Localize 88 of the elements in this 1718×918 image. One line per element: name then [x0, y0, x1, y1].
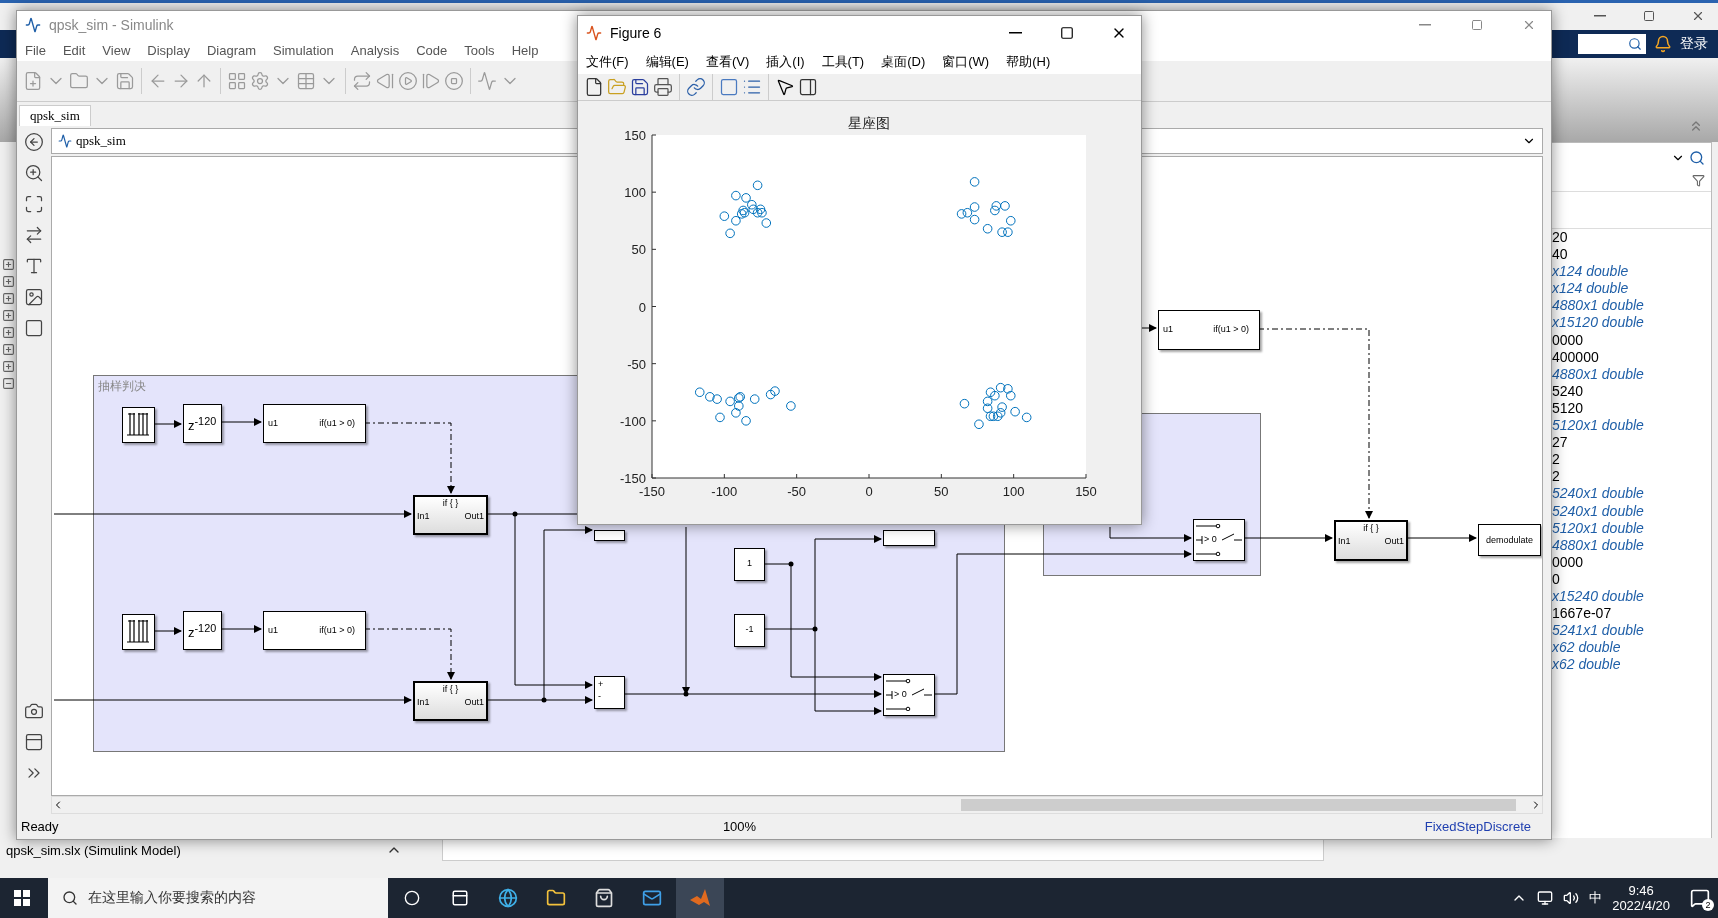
if-block: u1 if(u1 > 0) [263, 404, 366, 443]
clock-time[interactable]: 9:46 [1628, 883, 1654, 898]
workspace-value: 400000 [1551, 348, 1600, 366]
demodulate-block: demodulate [1478, 524, 1541, 556]
workspace-value: 4880x1 double [1551, 365, 1645, 383]
tick-label: -150 [639, 484, 665, 499]
tick-label: 100 [1002, 484, 1025, 499]
if-block: u1 if(u1 > 0) [1158, 310, 1260, 350]
breadcrumb-link[interactable]: qpsk_sim [76, 133, 126, 149]
constant-block: -1 [734, 614, 765, 647]
model-tab[interactable]: qpsk_sim [19, 105, 91, 126]
sign-in-link[interactable]: 登录 [1680, 35, 1708, 53]
workspace-value: x62 double [1551, 639, 1622, 657]
workspace-value: 0 [1551, 570, 1561, 588]
menu-item[interactable]: 工具(T) [821, 53, 865, 71]
menu-item[interactable]: 插入(I) [766, 53, 805, 71]
tick-label: -50 [787, 484, 807, 499]
workspace-value: 5240 [1551, 382, 1585, 400]
workspace-value: 4880x1 double [1551, 536, 1645, 554]
workspace-value: x124 double [1551, 280, 1630, 298]
workspace-value: 5120x1 double [1551, 519, 1645, 537]
workspace-value: 1667e-07 [1551, 605, 1613, 623]
workspace-value: 40 [1551, 246, 1569, 264]
window-title: Figure 6 [610, 25, 663, 41]
workspace-value: 5120x1 double [1551, 417, 1645, 435]
menu-item[interactable]: View [102, 42, 131, 58]
tick-label: 50 [934, 484, 949, 499]
menu-item[interactable]: 编辑(E) [645, 53, 689, 71]
workspace-value: 5240x1 double [1551, 485, 1645, 503]
area-label: 抽样判决 [98, 378, 146, 395]
action-subsystem-block: if { } In1 Out1 [1334, 520, 1408, 561]
menu-item[interactable]: 文件(F) [586, 53, 629, 71]
if-block: u1 if(u1 > 0) [263, 611, 366, 650]
switch-block: > 0 [883, 674, 935, 716]
menu-item[interactable]: 查看(V) [705, 53, 750, 71]
sum-block: + - [594, 676, 625, 709]
menu-item[interactable]: Simulation [273, 42, 334, 58]
status-text: Ready [21, 819, 60, 834]
tick-label: 50 [631, 242, 646, 258]
search-placeholder: 在这里输入你要搜索的内容 [88, 889, 256, 907]
workspace-value: 20 [1551, 229, 1569, 247]
constant-block: 1 [734, 548, 765, 581]
tick-label: -100 [711, 484, 738, 499]
action-subsystem-block: if { } In1 Out1 [413, 495, 488, 535]
menu-item[interactable]: Display [147, 42, 190, 58]
workspace-value: 5240x1 double [1551, 502, 1645, 520]
workspace-value: 0000 [1551, 331, 1585, 349]
menu-item[interactable]: 窗口(W) [942, 53, 990, 71]
tick-label: 0 [638, 299, 646, 315]
tick-label: 150 [1075, 484, 1097, 499]
zoom-level: 100% [722, 819, 758, 834]
menu-item[interactable]: 桌面(D) [881, 53, 926, 71]
tick-label: 100 [624, 185, 646, 201]
switch-block: > 0 [1193, 519, 1245, 561]
workspace-value: 27 [1551, 434, 1569, 452]
tick-label: 150 [624, 128, 646, 143]
workspace-value: x62 double [1551, 656, 1622, 674]
chart-title: 星座图 [848, 116, 890, 131]
input-method[interactable]: 中 [1589, 889, 1603, 907]
action-subsystem-block: if { } In1 Out1 [413, 681, 488, 721]
menu-item[interactable]: Help [511, 42, 539, 58]
tick-label: 0 [865, 484, 873, 499]
tick-label: -50 [627, 356, 646, 372]
workspace-value: 5120 [1551, 399, 1585, 418]
search-field[interactable]: 在这里输入你要搜索的内容 [48, 878, 388, 918]
tick-label: -100 [619, 413, 646, 429]
delay-block: z$^{-120}$ [183, 611, 222, 650]
menu-item[interactable]: Edit [62, 42, 86, 58]
delay-block: z$^{-120}$ [183, 404, 222, 443]
menu-item[interactable]: 帮助(H) [1006, 53, 1051, 71]
solver-link[interactable]: FixedStepDiscrete [1424, 819, 1531, 834]
workspace-value: x15240 double [1551, 587, 1645, 606]
file-label: qpsk_sim.slx (Simulink Model) [5, 842, 182, 858]
workspace-value: x124 double [1551, 263, 1630, 281]
workspace-value: 4880x1 double [1551, 297, 1645, 315]
notification-count[interactable]: 2 [1702, 899, 1714, 911]
workspace-value: 5241x1 double [1551, 622, 1645, 640]
menu-item[interactable]: File [25, 42, 46, 58]
clock-date[interactable]: 2022/4/20 [1612, 898, 1670, 913]
menu-item[interactable]: Analysis [350, 42, 400, 58]
menu-item[interactable]: Code [416, 42, 448, 58]
workspace-value: 2 [1551, 468, 1561, 486]
menu-item[interactable]: Diagram [206, 42, 257, 58]
tick-label: -150 [619, 471, 646, 486]
workspace-value: 0000 [1551, 553, 1585, 571]
workspace-value: 2 [1551, 451, 1561, 469]
workspace-value: x15120 double [1551, 314, 1645, 332]
menu-item[interactable]: Tools [464, 42, 495, 58]
